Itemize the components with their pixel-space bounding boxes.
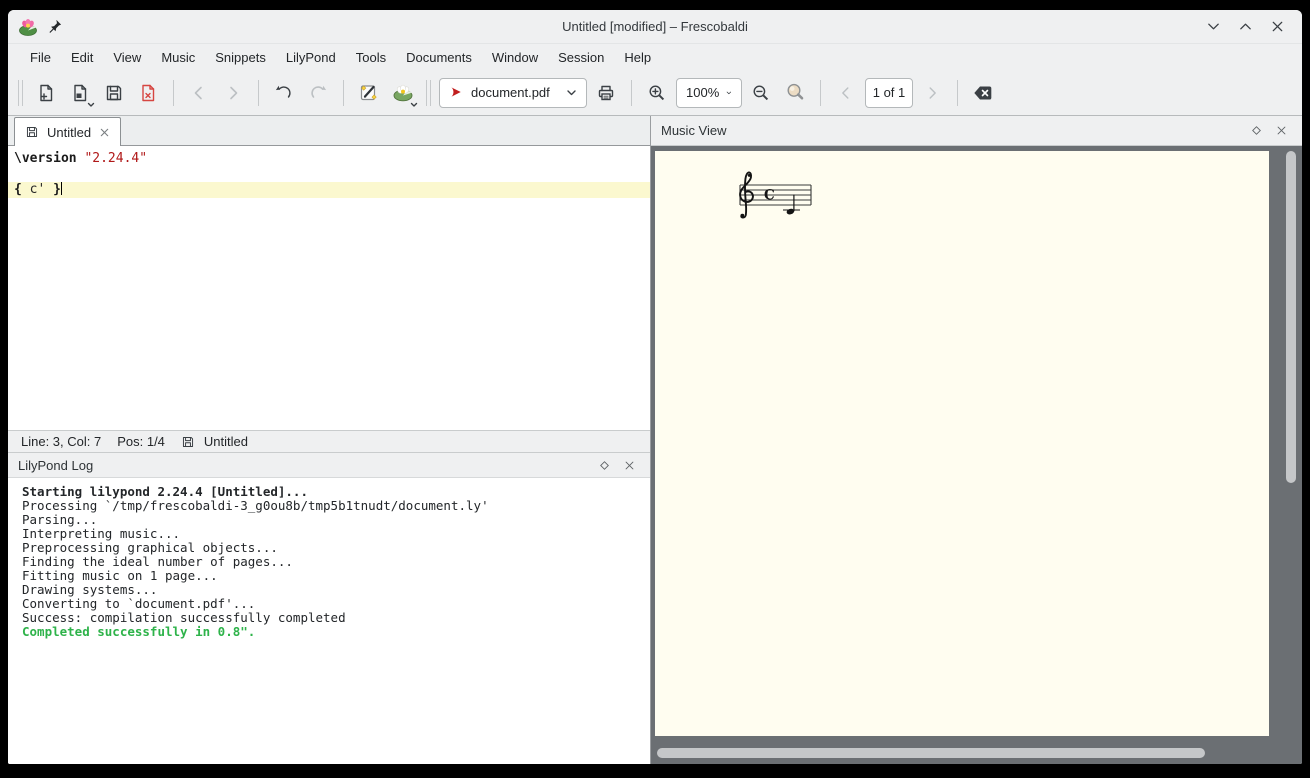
window-title: Untitled [modified] – Frescobaldi bbox=[8, 19, 1302, 34]
code-line-1: \version "2.24.4" bbox=[8, 151, 650, 167]
menu-edit[interactable]: Edit bbox=[61, 47, 103, 68]
music-view-header: Music View bbox=[651, 116, 1302, 146]
close-document-button[interactable] bbox=[133, 78, 163, 108]
menu-snippets[interactable]: Snippets bbox=[205, 47, 276, 68]
page-number-value: 1 of 1 bbox=[873, 85, 906, 100]
menu-tools[interactable]: Tools bbox=[346, 47, 396, 68]
zoom-in-button[interactable] bbox=[642, 78, 672, 108]
menu-lilypond[interactable]: LilyPond bbox=[276, 47, 346, 68]
music-score[interactable]: C bbox=[729, 166, 839, 226]
go-back-button[interactable] bbox=[184, 78, 214, 108]
menu-music[interactable]: Music bbox=[151, 47, 205, 68]
menu-view[interactable]: View bbox=[103, 47, 151, 68]
document-tabbar: Untitled bbox=[8, 116, 650, 146]
chevron-down-icon bbox=[566, 89, 577, 97]
magnifier-tool-button[interactable] bbox=[780, 78, 810, 108]
log-line: Processing `/tmp/frescobaldi-3_g0ou8b/tm… bbox=[22, 499, 650, 513]
toolbar-separator bbox=[957, 80, 958, 106]
log-line: Converting to `document.pdf'... bbox=[22, 597, 650, 611]
print-button[interactable] bbox=[591, 78, 621, 108]
tab-untitled[interactable]: Untitled bbox=[14, 117, 121, 146]
music-view-canvas: C bbox=[651, 146, 1302, 764]
previous-page-button[interactable] bbox=[831, 78, 861, 108]
toolbar-separator bbox=[631, 80, 632, 106]
main-toolbar: document.pdf 100% bbox=[8, 70, 1302, 116]
status-docname: Untitled bbox=[204, 434, 248, 449]
lilypond-log-output: Starting lilypond 2.24.4 [Untitled]... P… bbox=[8, 478, 650, 764]
document-selector-value: document.pdf bbox=[471, 85, 559, 100]
toolbar-separator bbox=[343, 80, 344, 106]
close-panel-icon[interactable] bbox=[1275, 124, 1288, 137]
toolbar-handle[interactable] bbox=[426, 80, 431, 106]
tab-label: Untitled bbox=[47, 125, 91, 140]
tab-close-icon[interactable] bbox=[99, 127, 110, 138]
menu-documents[interactable]: Documents bbox=[396, 47, 482, 68]
app-window: Untitled [modified] – Frescobaldi File E… bbox=[8, 10, 1302, 764]
modified-save-icon bbox=[25, 125, 39, 139]
menu-file[interactable]: File bbox=[20, 47, 61, 68]
code-line-2 bbox=[8, 167, 650, 183]
zoom-out-button[interactable] bbox=[746, 78, 776, 108]
toolbar-handle[interactable] bbox=[18, 80, 23, 106]
close-panel-icon[interactable] bbox=[623, 459, 636, 472]
status-pos: Pos: 1/4 bbox=[117, 434, 165, 449]
vscroll-thumb[interactable] bbox=[1286, 151, 1296, 483]
menu-session[interactable]: Session bbox=[548, 47, 614, 68]
open-document-button[interactable] bbox=[65, 78, 95, 108]
score-page[interactable]: C bbox=[655, 151, 1269, 736]
music-view-pane: Music View bbox=[650, 116, 1302, 764]
zoom-level-combobox[interactable]: 100% bbox=[676, 78, 742, 108]
pdf-icon bbox=[449, 85, 464, 100]
document-modified-icon bbox=[181, 435, 195, 449]
log-line: Parsing... bbox=[22, 513, 650, 527]
float-panel-icon[interactable] bbox=[598, 459, 611, 472]
status-line-col: Line: 3, Col: 7 bbox=[21, 434, 101, 449]
log-line: Success: compilation successfully comple… bbox=[22, 611, 650, 625]
text-cursor bbox=[61, 182, 62, 195]
float-panel-icon[interactable] bbox=[1250, 124, 1263, 137]
chevron-down-icon bbox=[726, 89, 732, 97]
page-number-field[interactable]: 1 of 1 bbox=[865, 78, 913, 108]
clear-button[interactable] bbox=[968, 78, 998, 108]
new-document-button[interactable] bbox=[31, 78, 61, 108]
music-horizontal-scrollbar[interactable] bbox=[655, 747, 1278, 759]
undo-button[interactable] bbox=[269, 78, 299, 108]
next-page-button[interactable] bbox=[917, 78, 947, 108]
log-line: Fitting music on 1 page... bbox=[22, 569, 650, 583]
log-line-success: Completed successfully in 0.8". bbox=[22, 625, 650, 639]
menubar: File Edit View Music Snippets LilyPond T… bbox=[8, 44, 1302, 70]
log-line: Finding the ideal number of pages... bbox=[22, 555, 650, 569]
save-document-button[interactable] bbox=[99, 78, 129, 108]
music-vertical-scrollbar[interactable] bbox=[1284, 149, 1298, 742]
toolbar-separator bbox=[820, 80, 821, 106]
titlebar[interactable]: Untitled [modified] – Frescobaldi bbox=[8, 10, 1302, 44]
code-line-3-current: { c' } bbox=[8, 182, 650, 198]
log-line: Preprocessing graphical objects... bbox=[22, 541, 650, 555]
log-line: Drawing systems... bbox=[22, 583, 650, 597]
hscroll-thumb[interactable] bbox=[657, 748, 1205, 758]
music-view-title: Music View bbox=[661, 123, 727, 138]
menu-window[interactable]: Window bbox=[482, 47, 548, 68]
menu-help[interactable]: Help bbox=[614, 47, 661, 68]
redo-button[interactable] bbox=[303, 78, 333, 108]
lilypond-compile-button[interactable] bbox=[388, 78, 418, 108]
lilypond-log-header: LilyPond Log bbox=[8, 452, 650, 478]
zoom-level-value: 100% bbox=[686, 85, 719, 100]
toolbar-separator bbox=[173, 80, 174, 106]
edit-in-place-button[interactable] bbox=[354, 78, 384, 108]
lilypond-log-title: LilyPond Log bbox=[18, 458, 93, 473]
toolbar-separator bbox=[258, 80, 259, 106]
log-line: Interpreting music... bbox=[22, 527, 650, 541]
time-signature: C bbox=[764, 188, 775, 204]
document-selector-combobox[interactable]: document.pdf bbox=[439, 78, 587, 108]
statusbar: Line: 3, Col: 7 Pos: 1/4 Untitled bbox=[8, 430, 650, 452]
editor-pane: Untitled \version "2.24.4" { c' } Line: … bbox=[8, 116, 650, 764]
code-editor[interactable]: \version "2.24.4" { c' } bbox=[8, 146, 650, 430]
go-forward-button[interactable] bbox=[218, 78, 248, 108]
log-line: Starting lilypond 2.24.4 [Untitled]... bbox=[22, 485, 650, 499]
